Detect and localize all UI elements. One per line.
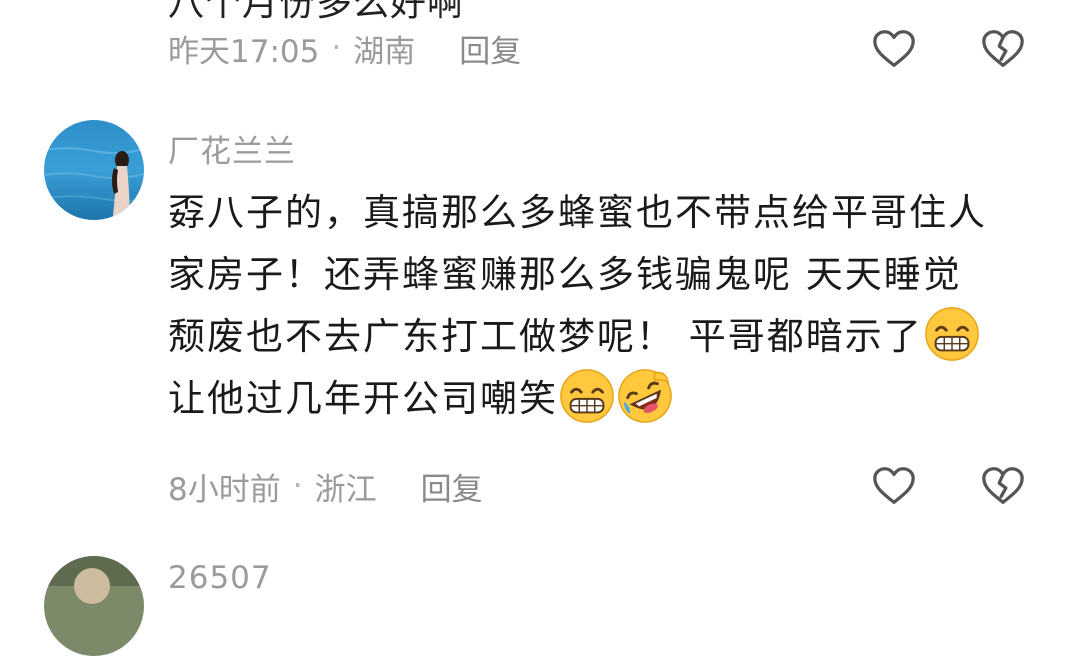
reply-button[interactable]: 回复 [421, 464, 483, 509]
reply-button[interactable]: 回复 [459, 26, 521, 71]
rofl-emoji [618, 368, 672, 423]
comment-time: 8小时前 [168, 471, 281, 508]
heart-outline-icon[interactable] [871, 26, 917, 72]
comment-meta: 8小时前 · 浙江 回复 [168, 464, 483, 508]
avatar[interactable] [44, 556, 144, 656]
comment-line: 颓废也不去广东打工做梦呢！ 平哥都暗示了 [168, 306, 1038, 368]
avatar[interactable] [44, 120, 144, 220]
comment-line-text: 让他过几年开公司嘲笑 [168, 377, 558, 420]
previous-comment-meta: 昨天17:05 · 湖南 回复 [168, 26, 521, 70]
heart-outline-icon[interactable] [871, 463, 917, 509]
avatar-image [44, 556, 144, 656]
previous-comment-text: 八个月份多么好啊 [168, 0, 465, 24]
broken-heart-outline-icon[interactable] [980, 26, 1026, 72]
broken-heart-outline-icon[interactable] [980, 463, 1026, 509]
meta-separator: · [331, 30, 342, 66]
comment-text: 孬八子的，真搞那么多蜂蜜也不带点给平哥住人 家房子！还弄蜂蜜赚那么多钱骗鬼呢 天… [168, 182, 1038, 430]
comment-time: 昨天17:05 [168, 33, 320, 70]
comment-line: 让他过几年开公司嘲笑 [168, 368, 1038, 430]
comment-line-text: 颓废也不去广东打工做梦呢！ 平哥都暗示了 [168, 315, 923, 358]
comment-username[interactable]: 26507 [168, 560, 272, 596]
avatar-image [44, 120, 144, 220]
grinning-face-emoji [924, 306, 979, 361]
grinning-face-emoji [560, 368, 614, 423]
comment-location: 湖南 [353, 33, 416, 70]
comment-location: 浙江 [314, 471, 377, 508]
comment-line: 家房子！还弄蜂蜜赚那么多钱骗鬼呢 天天睡觉 [168, 253, 962, 296]
meta-separator: · [292, 468, 303, 504]
comment-line: 孬八子的，真搞那么多蜂蜜也不带点给平哥住人 [168, 191, 987, 234]
comment-username[interactable]: 厂花兰兰 [168, 126, 296, 171]
